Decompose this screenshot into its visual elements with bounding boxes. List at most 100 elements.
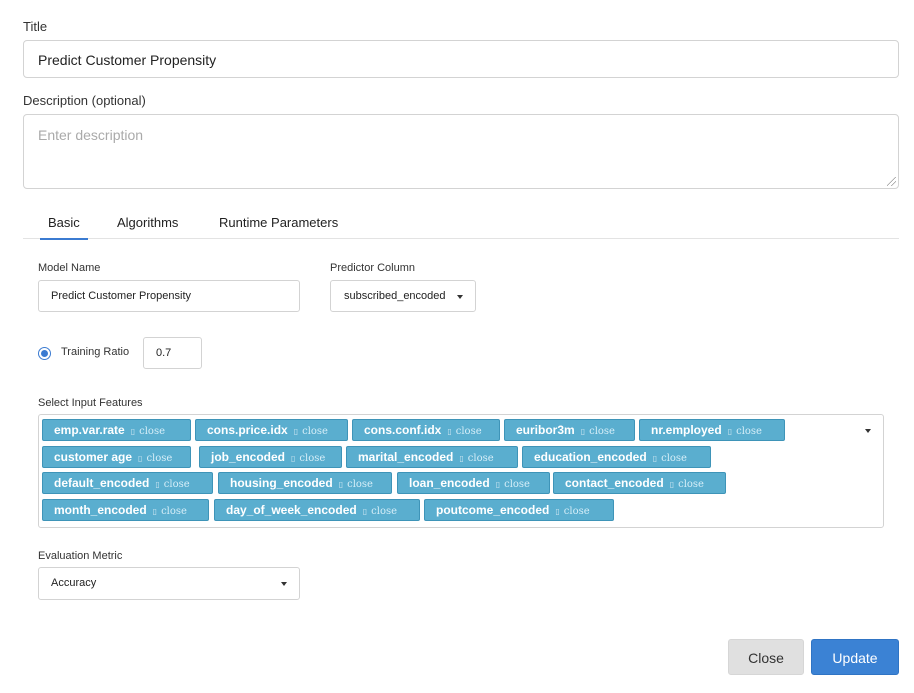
close-button[interactable]: Close — [728, 639, 804, 675]
evaluation-metric-value: Accuracy — [51, 577, 97, 589]
feature-tag-label: education_encoded — [534, 450, 647, 464]
tag-remove-glyph: ▯ — [152, 507, 158, 516]
tag-remove-text: close — [563, 506, 590, 517]
close-icon[interactable]: ▯ close — [728, 426, 762, 437]
close-icon[interactable]: ▯ close — [153, 506, 187, 517]
tag-remove-glyph: ▯ — [580, 427, 586, 436]
feature-tag-label: marital_encoded — [358, 450, 454, 464]
feature-tag[interactable]: month_encoded ▯ close — [42, 499, 209, 521]
evaluation-metric-select[interactable]: Accuracy — [38, 567, 300, 600]
description-label: Description (optional) — [23, 93, 146, 108]
training-ratio-input[interactable]: 0.7 — [143, 337, 202, 369]
tag-remove-text: close — [589, 426, 615, 437]
tab-bar: Basic Algorithms Runtime Parameters — [23, 206, 899, 240]
tag-remove-text: close — [302, 426, 328, 437]
tab-algorithms[interactable]: Algorithms — [117, 215, 178, 230]
feature-tag[interactable]: emp.var.rate ▯ close — [42, 419, 191, 441]
tag-remove-glyph: ▯ — [138, 454, 143, 463]
training-ratio-radio[interactable] — [38, 347, 51, 360]
feature-tag-label: loan_encoded — [409, 476, 490, 490]
close-icon[interactable]: ▯ close — [555, 506, 589, 517]
feature-tag[interactable]: loan_encoded ▯ close — [397, 472, 550, 494]
tag-remove-glyph: ▯ — [293, 427, 299, 436]
tag-remove-glyph: ▯ — [291, 454, 296, 463]
feature-tag[interactable]: contact_encoded ▯ close — [553, 472, 726, 494]
chevron-down-icon — [457, 295, 463, 299]
feature-tag-label: contact_encoded — [565, 476, 664, 490]
tag-remove-text: close — [163, 479, 190, 490]
close-icon[interactable]: ▯ close — [653, 453, 687, 464]
model-name-input[interactable]: Predict Customer Propensity — [38, 280, 300, 312]
feature-tag-label: cons.price.idx — [207, 423, 288, 437]
close-icon[interactable]: ▯ close — [447, 426, 481, 437]
feature-tag[interactable]: day_of_week_encoded ▯ close — [214, 499, 420, 521]
feature-tag[interactable]: cons.price.idx ▯ close — [195, 419, 348, 441]
close-icon[interactable]: ▯ close — [496, 479, 530, 490]
close-icon[interactable]: ▯ close — [459, 453, 493, 464]
feature-tag-label: default_encoded — [54, 476, 150, 490]
tag-remove-text: close — [661, 453, 687, 464]
predictor-column-label: Predictor Column — [330, 262, 415, 274]
tag-remove-glyph: ▯ — [338, 480, 344, 489]
update-button[interactable]: Update — [811, 639, 899, 675]
tag-remove-glyph: ▯ — [362, 507, 368, 516]
feature-tag[interactable]: euribor3m ▯ close — [504, 419, 635, 441]
evaluation-metric-label: Evaluation Metric — [38, 550, 123, 562]
feature-tag[interactable]: poutcome_encoded ▯ close — [424, 499, 614, 521]
tag-remove-glyph: ▯ — [130, 427, 136, 436]
tab-basic[interactable]: Basic — [40, 215, 88, 240]
tag-remove-text: close — [371, 506, 398, 517]
feature-tag[interactable]: job_encoded ▯ close — [199, 446, 342, 468]
tag-remove-text: close — [678, 479, 704, 490]
close-icon[interactable]: ▯ close — [339, 479, 373, 490]
feature-tag-label: customer age — [54, 450, 133, 464]
tag-remove-text: close — [146, 453, 173, 464]
chevron-down-icon[interactable] — [865, 429, 871, 433]
tag-remove-text: close — [299, 453, 326, 464]
description-textarea[interactable]: Enter description — [23, 114, 899, 189]
feature-tag-label: nr.employed — [651, 423, 722, 437]
tag-remove-glyph: ▯ — [652, 454, 658, 463]
close-icon[interactable]: ▯ close — [363, 506, 397, 517]
tag-remove-glyph: ▯ — [727, 427, 733, 436]
tag-remove-text: close — [347, 479, 373, 490]
tag-remove-text: close — [504, 479, 530, 490]
close-icon[interactable]: ▯ close — [138, 453, 172, 464]
title-input[interactable]: Predict Customer Propensity — [23, 40, 899, 78]
feature-tag[interactable]: nr.employed ▯ close — [639, 419, 785, 441]
tag-remove-glyph: ▯ — [555, 507, 560, 516]
predictor-column-value: subscribed_encoded — [344, 290, 446, 302]
resize-handle-icon[interactable] — [887, 177, 896, 186]
feature-tag-label: emp.var.rate — [54, 423, 125, 437]
description-placeholder: Enter description — [38, 127, 144, 143]
close-icon[interactable]: ▯ close — [291, 453, 325, 464]
tag-remove-text: close — [467, 453, 494, 464]
close-icon[interactable]: ▯ close — [581, 426, 615, 437]
tag-remove-glyph: ▯ — [669, 480, 675, 489]
model-name-label: Model Name — [38, 262, 101, 274]
feature-tag[interactable]: education_encoded ▯ close — [522, 446, 711, 468]
tag-remove-glyph: ▯ — [495, 480, 501, 489]
feature-tag[interactable]: default_encoded ▯ close — [42, 472, 213, 494]
feature-tag[interactable]: customer age ▯ close — [42, 446, 191, 468]
title-label: Title — [23, 19, 48, 34]
feature-tag[interactable]: cons.conf.idx ▯ close — [352, 419, 500, 441]
close-icon[interactable]: ▯ close — [670, 479, 704, 490]
tab-runtime-parameters[interactable]: Runtime Parameters — [219, 215, 338, 230]
close-icon[interactable]: ▯ close — [155, 479, 189, 490]
training-ratio-label: Training Ratio — [61, 346, 130, 358]
feature-tag-label: housing_encoded — [230, 476, 333, 490]
feature-tag[interactable]: marital_encoded ▯ close — [346, 446, 518, 468]
feature-tag-label: cons.conf.idx — [364, 423, 442, 437]
tag-remove-text: close — [455, 426, 482, 437]
input-features-label: Select Input Features — [38, 397, 143, 409]
predictor-column-select[interactable]: subscribed_encoded — [330, 280, 476, 312]
close-icon[interactable]: ▯ close — [131, 426, 165, 437]
chevron-down-icon — [281, 582, 287, 586]
close-icon[interactable]: ▯ close — [294, 426, 328, 437]
tag-remove-glyph: ▯ — [155, 480, 160, 489]
feature-tag-label: poutcome_encoded — [436, 503, 550, 517]
feature-tag[interactable]: housing_encoded ▯ close — [218, 472, 392, 494]
feature-tag-label: month_encoded — [54, 503, 147, 517]
feature-tag-label: euribor3m — [516, 423, 575, 437]
